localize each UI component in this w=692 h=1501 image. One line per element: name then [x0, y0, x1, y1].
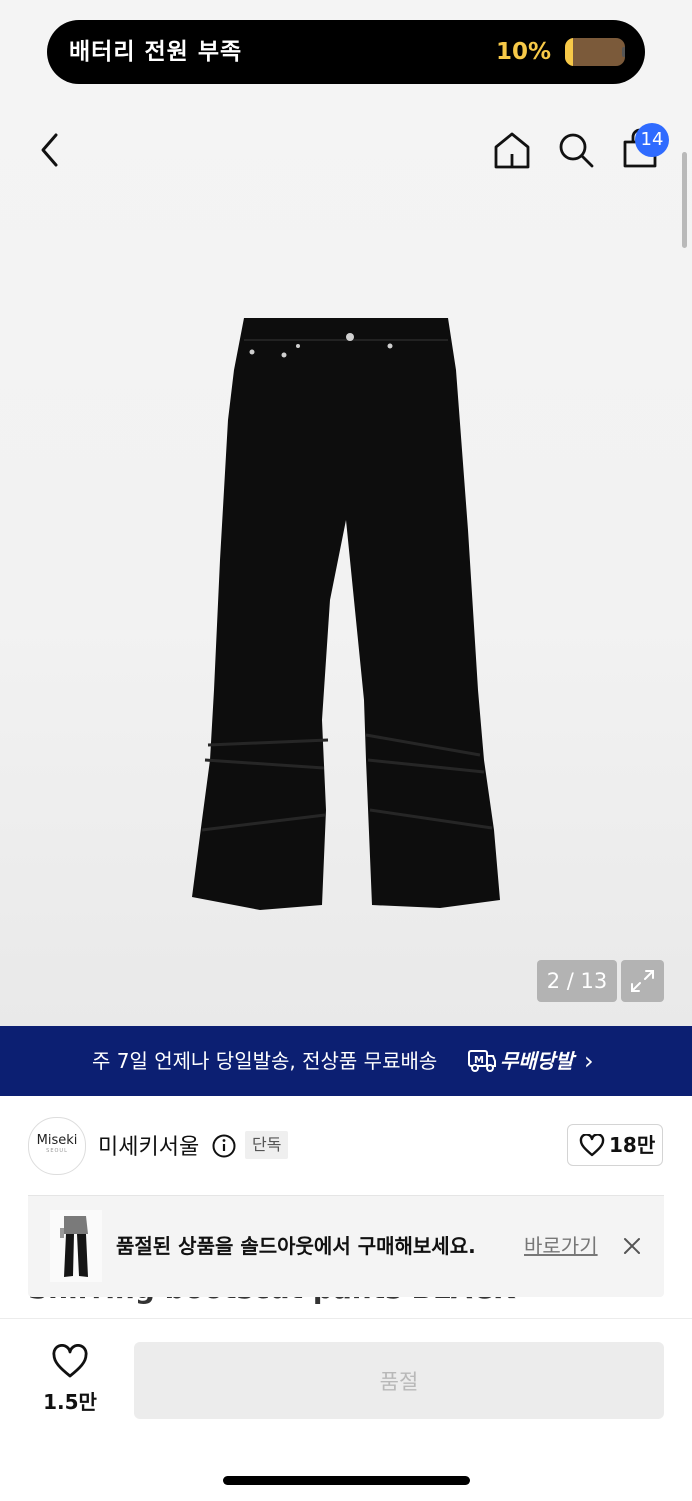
soldout-toast: 품절된 상품을 솔드아웃에서 구매해보세요. 바로가기 — [28, 1195, 664, 1297]
soldout-message: 품절된 상품을 솔드아웃에서 구매해보세요. — [116, 1234, 476, 1258]
soldout-button[interactable]: 품절 — [134, 1342, 664, 1419]
info-icon[interactable] — [211, 1133, 237, 1159]
low-battery-notice: 배터리 전원 부족 10% — [47, 20, 645, 84]
battery-message: 배터리 전원 부족 — [69, 39, 243, 65]
search-icon[interactable] — [556, 130, 596, 170]
brand-like-count: 18만 — [609, 1133, 656, 1157]
seller-logo[interactable]: Miseki SEOUL — [28, 1117, 86, 1175]
expand-image-button[interactable] — [621, 960, 664, 1002]
seller-name[interactable]: 미세키서울 — [98, 1129, 199, 1161]
svg-text:M: M — [474, 1055, 484, 1066]
exclusive-badge: 단독 — [245, 1131, 289, 1159]
home-icon[interactable] — [492, 130, 532, 170]
delivery-banner-text: 주 7일 언제나 당일발송, 전상품 무료배송 — [92, 1049, 438, 1073]
battery-icon — [565, 38, 625, 66]
delivery-brand: 무배당발 — [500, 1049, 574, 1073]
toast-thumbnail — [50, 1210, 102, 1282]
heart-icon — [579, 1134, 605, 1157]
expand-icon — [631, 970, 654, 992]
cart-count-badge: 14 — [635, 123, 669, 157]
seller-logo-text: Miseki — [36, 1133, 78, 1148]
delivery-banner[interactable]: 주 7일 언제나 당일발송, 전상품 무료배송 M 무배당발 › — [0, 1026, 692, 1096]
brand-like-button[interactable]: 18만 — [567, 1124, 663, 1166]
go-to-soldout-link[interactable]: 바로가기 — [524, 1196, 598, 1296]
chevron-right-icon: › — [584, 1047, 594, 1075]
truck-icon: M — [468, 1050, 496, 1072]
scrollbar[interactable] — [682, 152, 687, 248]
image-counter: 2 / 13 — [537, 960, 617, 1002]
back-icon[interactable] — [36, 130, 66, 170]
wishlist-count: 1.5만 — [43, 1390, 97, 1414]
home-indicator[interactable] — [223, 1476, 470, 1485]
close-icon[interactable] — [622, 1236, 642, 1256]
seller-logo-sub: SEOUL — [46, 1148, 68, 1154]
battery-percent: 10% — [495, 39, 551, 65]
wishlist-heart-icon[interactable] — [50, 1344, 90, 1380]
